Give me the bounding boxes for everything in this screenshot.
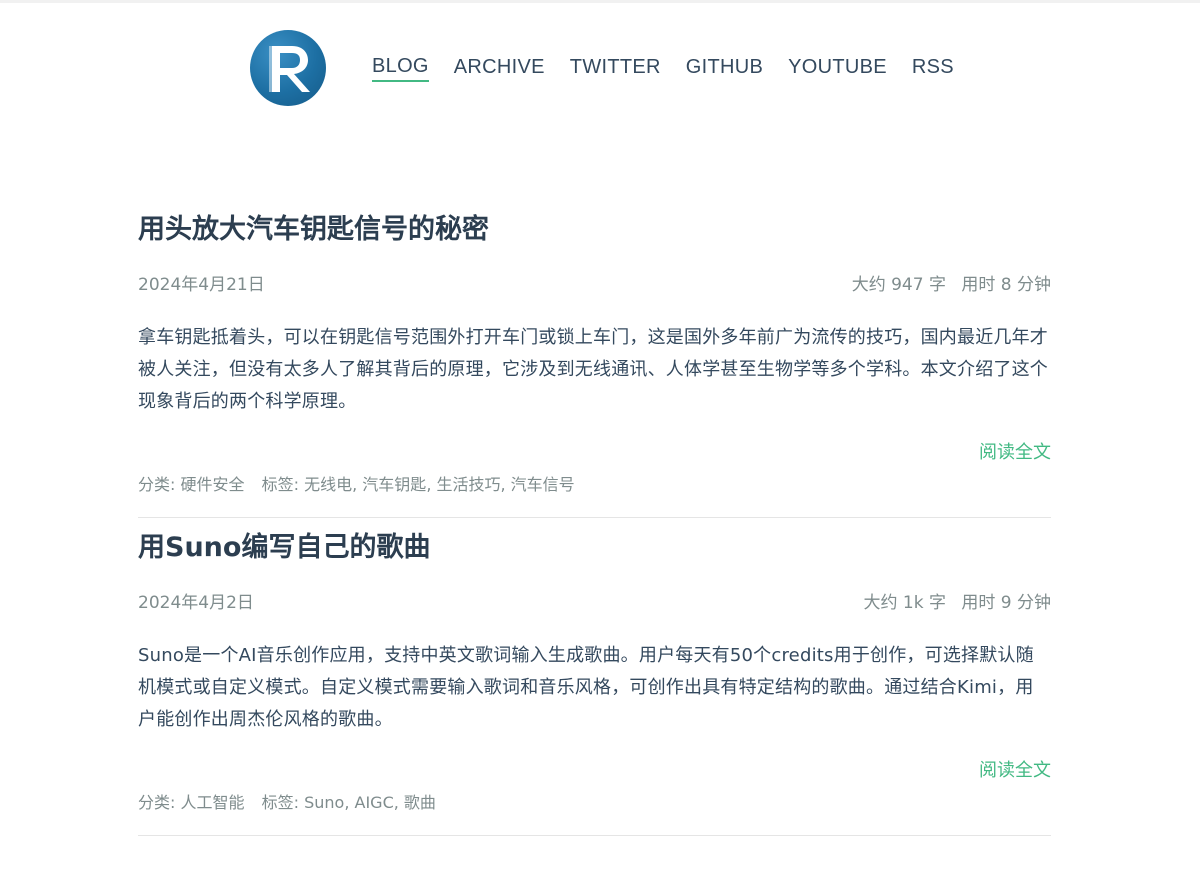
post-list: 用头放大汽车钥匙信号的秘密 2024年4月21日 大约 947 字 用时 8 分… — [138, 200, 1051, 836]
post-title[interactable]: 用头放大汽车钥匙信号的秘密 — [138, 200, 1051, 260]
nav-rss[interactable]: RSS — [912, 56, 954, 81]
category-label: 分类: — [138, 793, 176, 812]
tags-label: 标签: — [261, 793, 300, 812]
post-taxonomy: 分类: 人工智能 标签: Suno, AIGC, 歌曲 — [138, 793, 436, 812]
post-stats: 大约 947 字 用时 8 分钟 — [852, 272, 1051, 298]
category-link[interactable]: 硬件安全 — [181, 475, 245, 494]
nav-blog[interactable]: BLOG — [372, 55, 429, 82]
site-logo[interactable] — [250, 30, 326, 106]
category-label: 分类: — [138, 475, 176, 494]
category-link[interactable]: 人工智能 — [181, 793, 245, 812]
post-date: 2024年4月2日 — [138, 593, 254, 613]
read-more-link[interactable]: 阅读全文 — [979, 760, 1051, 781]
nav-github[interactable]: GITHUB — [686, 56, 763, 81]
logo-r-icon — [269, 46, 310, 92]
post-date: 2024年4月21日 — [138, 275, 265, 295]
tag-link[interactable]: 无线电 — [304, 475, 352, 494]
post-title[interactable]: 用Suno编写自己的歌曲 — [138, 518, 1051, 578]
word-count: 大约 947 字 — [851, 275, 946, 295]
reading-time: 用时 9 分钟 — [961, 593, 1051, 613]
main-nav: BLOG ARCHIVE TWITTER GITHUB YOUTUBE RSS — [372, 55, 954, 82]
post-meta: 2024年4月21日 大约 947 字 用时 8 分钟 — [138, 272, 1051, 298]
word-count: 大约 1k 字 — [863, 593, 946, 613]
nav-twitter[interactable]: TWITTER — [570, 56, 661, 81]
tag-link[interactable]: Suno — [304, 793, 344, 812]
post-excerpt: 拿车钥匙抵着头，可以在钥匙信号范围外打开车门或锁上车门，这是国外多年前广为流传的… — [138, 327, 1048, 412]
post-stats: 大约 1k 字 用时 9 分钟 — [864, 590, 1052, 616]
top-border — [0, 0, 1200, 3]
post-meta: 2024年4月2日 大约 1k 字 用时 9 分钟 — [138, 590, 1051, 616]
nav-archive[interactable]: ARCHIVE — [454, 56, 545, 81]
tag-link[interactable]: 生活技巧 — [436, 475, 500, 494]
tags-label: 标签: — [261, 475, 300, 494]
post-item: 用Suno编写自己的歌曲 2024年4月2日 大约 1k 字 用时 9 分钟 S… — [138, 518, 1051, 836]
reading-time: 用时 8 分钟 — [961, 275, 1051, 295]
site-header: BLOG ARCHIVE TWITTER GITHUB YOUTUBE RSS — [250, 28, 954, 108]
post-item: 用头放大汽车钥匙信号的秘密 2024年4月21日 大约 947 字 用时 8 分… — [138, 200, 1051, 518]
tag-link[interactable]: 汽车信号 — [511, 475, 575, 494]
tag-link[interactable]: 歌曲 — [404, 793, 436, 812]
tag-link[interactable]: 汽车钥匙 — [362, 475, 426, 494]
tag-link[interactable]: AIGC — [355, 793, 394, 812]
post-taxonomy: 分类: 硬件安全 标签: 无线电, 汽车钥匙, 生活技巧, 汽车信号 — [138, 475, 575, 494]
post-excerpt: Suno是一个AI音乐创作应用，支持中英文歌词输入生成歌曲。用户每天有50个cr… — [138, 645, 1034, 730]
nav-youtube[interactable]: YOUTUBE — [788, 56, 887, 81]
read-more-link[interactable]: 阅读全文 — [979, 442, 1051, 463]
